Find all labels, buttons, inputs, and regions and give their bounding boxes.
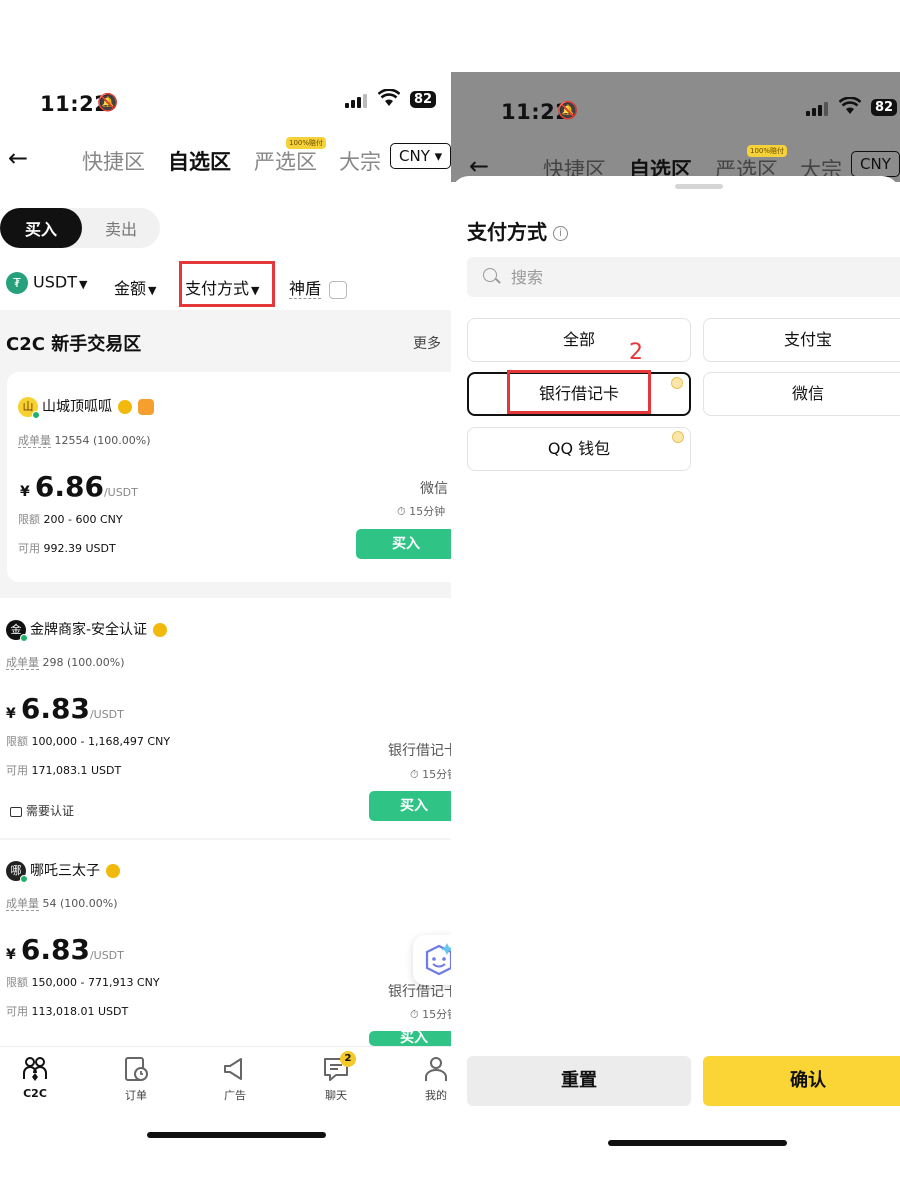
header: ← 快捷区 自选区 严选区 100%赔付 大宗 CNY ▾ (0, 137, 451, 180)
more-link[interactable]: 更多 (413, 333, 441, 353)
strict-badge: 100%赔付 (286, 137, 327, 149)
status-bar: 11:22 🔕 82 (451, 96, 900, 138)
nav-ads[interactable]: 广告 (205, 1055, 265, 1103)
option-all[interactable]: 全部 (467, 318, 691, 362)
verified-badge-icon (153, 623, 168, 637)
left-screen: 11:22 🔕 82 ← 快捷区 自选区 严选区 100%赔付 大宗 CNY ▾… (0, 0, 451, 1200)
chat-badge: 2 (340, 1051, 356, 1067)
currency-select[interactable]: CNY (851, 151, 900, 177)
price: ¥ 6.83/USDT (6, 692, 124, 725)
signal-icon (345, 94, 367, 108)
status-bar: 11:22 🔕 82 (0, 88, 451, 128)
tab-quick[interactable]: 快捷区 (82, 146, 145, 176)
payment-method: 银行借记卡 (388, 743, 451, 759)
payment-method: 微信 (420, 481, 448, 497)
limit-range: 限额 200 - 600 CNY (18, 513, 123, 526)
highlight-box-1 (179, 261, 275, 307)
pay-time: ⏱ 15分钟 (410, 768, 451, 781)
nav-c2c[interactable]: C2C (5, 1055, 65, 1100)
option-qq-wallet[interactable]: QQ 钱包 (467, 427, 691, 471)
limit-range: 限额 150,000 - 771,913 CNY (6, 976, 160, 989)
reset-button[interactable]: 重置 (467, 1056, 691, 1106)
ai-assistant-button[interactable] (413, 935, 451, 985)
order-stats: 成单量 12554 (100.00%) (18, 434, 151, 448)
buy-button[interactable]: 买入 (369, 791, 451, 821)
battery-indicator: 82 (871, 99, 898, 116)
sell-tab[interactable]: 卖出 (82, 208, 160, 248)
merchant-name[interactable]: 哪哪吒三太子 (6, 860, 120, 883)
wifi-icon (377, 88, 401, 112)
people-icon (21, 1055, 49, 1083)
user-icon (422, 1055, 450, 1083)
available-amount: 可用 992.39 USDT (18, 542, 116, 555)
verified-badge-icon (106, 864, 120, 878)
pay-time: ⏱ 15分钟 (410, 1008, 451, 1021)
mute-bell-icon: 🔕 (557, 101, 579, 121)
tab-custom[interactable]: 自选区 (168, 146, 231, 176)
coin-icon (671, 377, 683, 389)
megaphone-icon (221, 1055, 249, 1083)
available-amount: 可用 171,083.1 USDT (6, 764, 122, 777)
merchant-name[interactable]: 山山城顶呱呱 (18, 396, 154, 419)
usdt-icon: ₮ (6, 272, 28, 294)
buy-sell-toggle: 买入 卖出 (0, 208, 160, 248)
strict-badge: 100%赔付 (747, 145, 788, 157)
payment-method-sheet: 支付方式i 全部 支付宝 银行借记卡 微信 QQ 钱包 2 重置 确认 (451, 176, 900, 1200)
annotation-2: 2 (629, 340, 643, 365)
back-arrow-icon[interactable]: ← (8, 144, 28, 172)
coin-icon (672, 431, 684, 443)
section-title: C2C 新手交易区 (6, 334, 142, 355)
signal-icon (806, 102, 828, 116)
nav-chat[interactable]: 2 聊天 (306, 1051, 366, 1103)
avatar: 哪 (6, 861, 28, 883)
bottom-nav: C2C 订单 广告 2 聊天 我的 (0, 1046, 451, 1200)
buy-button[interactable]: 买入 (369, 1031, 451, 1046)
home-indicator (608, 1140, 787, 1146)
order-clock-icon (122, 1055, 150, 1083)
price: ¥ 6.86/USDT (20, 470, 138, 503)
wifi-icon (838, 96, 862, 120)
robot-face-icon (425, 943, 451, 976)
search-icon (483, 268, 497, 282)
search-input[interactable] (511, 257, 891, 297)
sheet-grabber[interactable] (675, 184, 723, 189)
verified-badge-icon (118, 400, 132, 414)
info-icon[interactable]: i (553, 226, 568, 241)
option-alipay[interactable]: 支付宝 (703, 318, 900, 362)
nav-profile[interactable]: 我的 (406, 1055, 451, 1103)
coin-filter[interactable]: ₮ USDT ▼ (6, 272, 87, 294)
sheet-title: 支付方式 i (467, 216, 568, 245)
highlight-box-2 (507, 370, 651, 414)
tab-bulk[interactable]: 大宗 (339, 146, 381, 176)
right-screen: 11:22 🔕 82 ← 快捷区 自选区 严选区 100%赔付 大宗 CNY 支… (451, 0, 900, 1200)
order-stats: 成单量 54 (100.00%) (6, 897, 118, 911)
available-amount: 可用 113,018.01 USDT (6, 1005, 129, 1018)
price: ¥ 6.83/USDT (6, 933, 124, 966)
shield-filter[interactable]: 神盾 (289, 275, 348, 299)
id-card-icon (10, 806, 22, 817)
mute-bell-icon: 🔕 (97, 93, 119, 113)
currency-select[interactable]: CNY ▾ (390, 143, 451, 169)
confirm-button[interactable]: 确认 (703, 1056, 900, 1106)
home-indicator (147, 1132, 326, 1138)
option-wechat[interactable]: 微信 (703, 372, 900, 416)
avatar: 山 (18, 397, 40, 419)
amount-filter[interactable]: 金额 ▼ (114, 275, 156, 299)
pay-time: ⏱ 15分钟 (397, 505, 446, 518)
buy-button[interactable]: 买入 (356, 529, 451, 559)
shield-checkbox[interactable] (329, 280, 348, 299)
search-bar[interactable] (467, 257, 900, 297)
limit-range: 限额 100,000 - 1,168,497 CNY (6, 735, 171, 748)
buy-tab[interactable]: 买入 (0, 208, 82, 248)
merchant-name[interactable]: 金金牌商家-安全认证 (6, 619, 168, 642)
dimmed-background[interactable]: 11:22 🔕 82 ← 快捷区 自选区 严选区 100%赔付 大宗 CNY (451, 72, 900, 182)
auth-required-badge: 需要认证 (10, 802, 74, 819)
avatar: 金 (6, 620, 28, 642)
nav-orders[interactable]: 订单 (106, 1055, 166, 1103)
shield-badge-icon (138, 399, 154, 415)
tab-strict[interactable]: 严选区 (254, 146, 317, 176)
order-stats: 成单量 298 (100.00%) (6, 656, 125, 670)
battery-indicator: 82 (410, 91, 437, 108)
